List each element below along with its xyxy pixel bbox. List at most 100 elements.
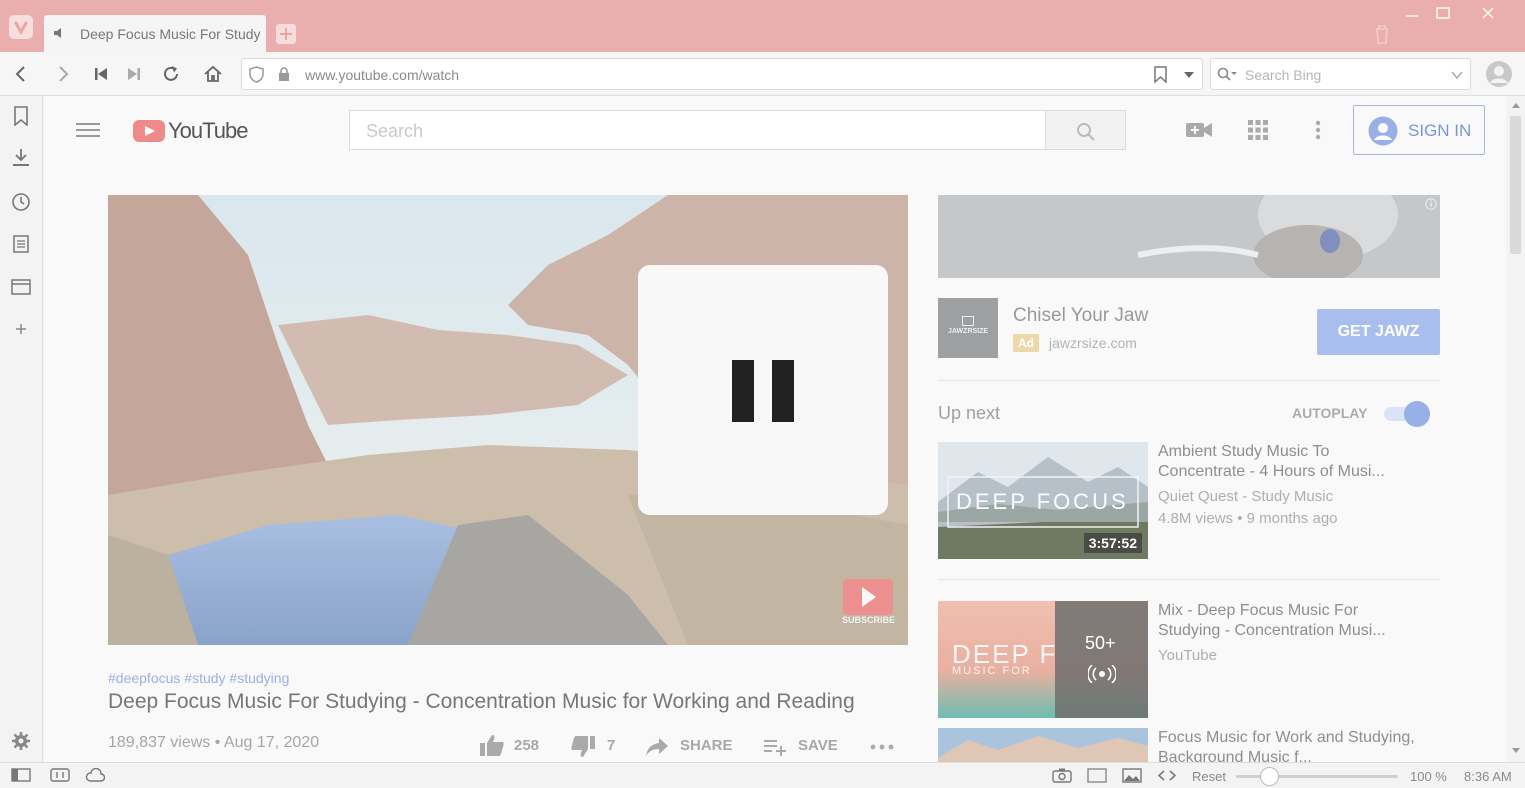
rec-thumbnail[interactable]: DEEP FOCUS 3:57:52 (938, 442, 1148, 559)
hamburger-menu-icon[interactable] (76, 122, 100, 138)
images-toggle-icon[interactable] (1122, 768, 1142, 783)
ad-title[interactable]: Chisel Your Jaw (1013, 305, 1148, 327)
scrollbar-thumb[interactable] (1510, 116, 1521, 254)
scrollbar[interactable] (1506, 96, 1525, 762)
pause-overlay[interactable] (638, 265, 888, 515)
tab-active[interactable]: Deep Focus Music For Studying (44, 15, 266, 52)
shield-icon[interactable] (249, 66, 264, 83)
playlist-count: 50+ (1085, 633, 1116, 653)
add-panel-icon[interactable] (14, 322, 28, 336)
panel-toggle-icon[interactable] (11, 768, 31, 782)
chevron-down-icon[interactable] (1183, 71, 1195, 79)
page-actions-code-icon[interactable] (1158, 769, 1176, 782)
ad-domain: jawzrsize.com (1049, 335, 1137, 351)
bookmarks-panel-icon[interactable] (13, 106, 29, 126)
tab-title: Deep Focus Music For Studying (80, 26, 260, 42)
ad-info-icon[interactable] (1425, 198, 1437, 210)
rec-meta: 4.8M views • 9 months ago (1158, 510, 1338, 527)
lock-icon[interactable] (278, 67, 290, 82)
thumbs-down-icon (571, 736, 595, 758)
rec-thumbnail[interactable] (938, 728, 1148, 762)
ad-cta-button[interactable]: GET JAWZ (1317, 309, 1440, 355)
create-video-icon[interactable] (1186, 121, 1212, 139)
reload-icon[interactable] (161, 64, 181, 84)
duration-badge: 3:57:52 (1083, 533, 1142, 553)
sign-in-button[interactable]: SIGN IN (1353, 105, 1485, 155)
zoom-level: 100 % (1410, 769, 1447, 784)
back-icon[interactable] (12, 65, 30, 83)
rec-channel: Quiet Quest - Study Music (1158, 488, 1334, 505)
sync-cloud-icon[interactable] (85, 768, 105, 782)
rec-channel: YouTube (1158, 647, 1217, 664)
rec-title[interactable]: Ambient Study Music To Concentrate - 4 H… (1158, 442, 1418, 482)
share-button[interactable]: SHARE (646, 736, 738, 760)
dislike-count: 7 (607, 737, 616, 754)
zoom-slider-handle[interactable] (1260, 767, 1279, 786)
youtube-search-input[interactable]: Search (349, 110, 1046, 150)
close-icon[interactable] (1481, 6, 1495, 20)
autoplay-toggle[interactable] (1404, 401, 1430, 427)
rec-thumbnail-image (938, 728, 1148, 762)
downloads-panel-icon[interactable] (12, 148, 30, 168)
thumbs-up-icon (480, 734, 504, 756)
status-bar: Reset 100 % 8:36 AM (0, 762, 1525, 788)
vivaldi-menu-icon[interactable] (9, 15, 33, 39)
like-count: 258 (514, 737, 540, 754)
youtube-search-placeholder: Search (366, 121, 424, 141)
rec-title[interactable]: Focus Music for Work and Studying, Backg… (1158, 728, 1418, 762)
apps-grid-icon[interactable] (1248, 120, 1268, 140)
youtube-search-button[interactable] (1045, 110, 1126, 150)
forward-icon[interactable] (54, 65, 72, 83)
title-bar: Deep Focus Music For Studying (0, 0, 1525, 52)
youtube-logo-text: YouTube (168, 118, 248, 143)
maximize-icon[interactable] (1436, 6, 1450, 20)
tab-tiling-icon[interactable] (50, 768, 70, 782)
new-tab-button[interactable] (276, 24, 296, 44)
url-field[interactable]: www.youtube.com/watch (241, 58, 1203, 90)
chevron-down-icon[interactable] (1451, 71, 1463, 79)
camera-icon[interactable] (1052, 768, 1072, 783)
rec-thumbnail[interactable]: DEEP F MUSIC FOR 50+ (938, 601, 1148, 718)
ad-logo-text: JAWZRSIZE (948, 328, 989, 335)
profile-icon[interactable] (1485, 60, 1513, 88)
ad-logo[interactable]: JAWZRSIZE (938, 298, 998, 358)
settings-gear-icon[interactable] (11, 731, 31, 751)
more-vert-icon[interactable] (1315, 120, 1321, 140)
window-panel-icon[interactable] (11, 278, 31, 296)
scroll-down-icon[interactable] (1512, 748, 1520, 754)
trash-icon[interactable] (1374, 24, 1390, 44)
play-icon (862, 587, 876, 607)
mix-radio-icon (1088, 665, 1116, 683)
like-button[interactable]: 258 (480, 734, 544, 758)
rewind-icon[interactable] (94, 67, 108, 81)
home-icon[interactable] (203, 64, 223, 84)
search-engine-placeholder: Search Bing (1245, 67, 1322, 83)
divider (938, 579, 1440, 580)
clock: 8:36 AM (1464, 769, 1512, 784)
notes-panel-icon[interactable] (12, 235, 30, 253)
up-next-heading: Up next (938, 403, 1001, 423)
save-button[interactable]: SAVE (764, 736, 844, 760)
rec-title[interactable]: Mix - Deep Focus Music For Studying - Co… (1158, 601, 1418, 641)
ad-banner[interactable] (938, 195, 1440, 278)
dislike-button[interactable]: 7 (571, 736, 619, 760)
ad-badge: Ad (1013, 334, 1039, 352)
scroll-up-icon[interactable] (1512, 102, 1520, 108)
video-hashtags[interactable]: #deepfocus #study #studying (108, 670, 289, 686)
minimize-icon[interactable] (1405, 8, 1419, 22)
page-tiling-icon[interactable] (1087, 768, 1107, 783)
pause-icon (732, 360, 794, 422)
zoom-reset-button[interactable]: Reset (1192, 769, 1226, 784)
subscribe-watermark[interactable]: SUBSCRIBE (842, 579, 895, 631)
save-label: SAVE (798, 737, 838, 754)
bookmark-icon[interactable] (1154, 66, 1167, 83)
history-panel-icon[interactable] (11, 192, 31, 212)
search-engine-field[interactable]: Search Bing (1210, 58, 1471, 90)
speaker-icon[interactable] (53, 27, 65, 39)
search-icon (1217, 67, 1237, 83)
playlist-add-icon (764, 738, 786, 756)
fast-forward-icon[interactable] (127, 67, 141, 81)
autoplay-label: AUTOPLAY (1292, 405, 1368, 421)
video-title: Deep Focus Music For Studying - Concentr… (108, 690, 855, 713)
more-horiz-icon[interactable] (870, 744, 894, 750)
